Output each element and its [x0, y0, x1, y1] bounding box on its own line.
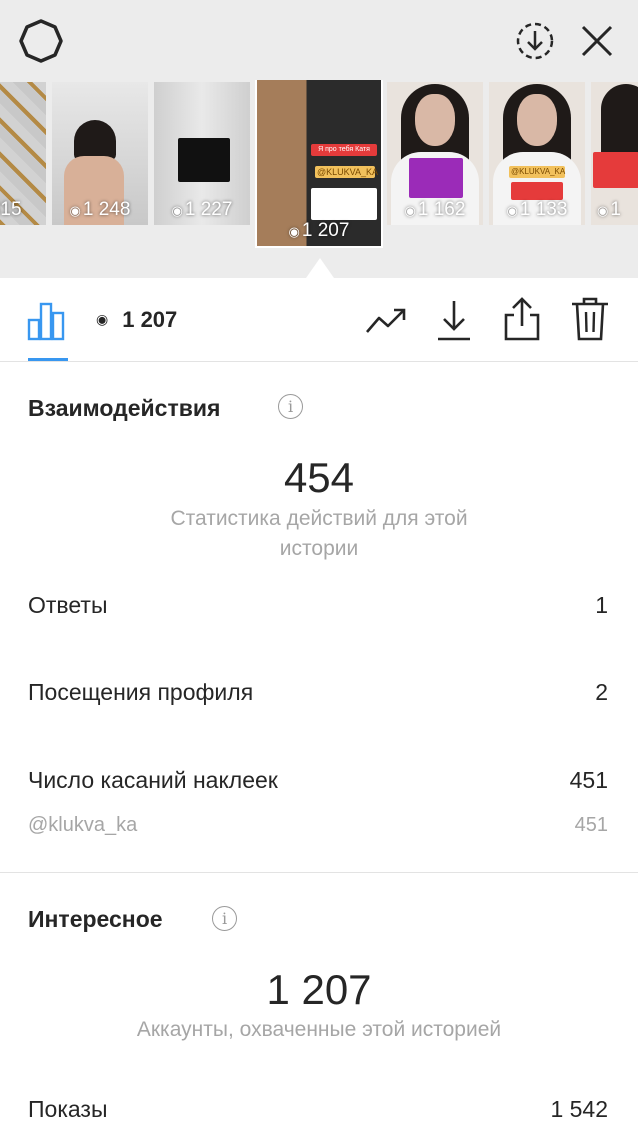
gear-icon[interactable] — [18, 18, 64, 64]
active-tab-indicator — [28, 358, 68, 361]
story-views: 1 227 — [184, 199, 233, 220]
story-thumbnail[interactable]: @KLUKVA_KA ◉ 1 133 — [489, 82, 585, 225]
selection-caret — [306, 258, 334, 278]
story-views: 315 — [0, 199, 22, 220]
story-thumbnail[interactable]: ◉ 1 227 — [154, 82, 250, 225]
discovery-title: Интересное — [28, 906, 163, 932]
share-icon[interactable] — [502, 296, 542, 342]
story-thumbnail[interactable]: ◉ 1 162 — [387, 82, 483, 225]
profile-visits-label: Посещения профиля — [28, 679, 254, 705]
interactions-total: 454 — [283, 454, 355, 501]
story-views: 1 133 — [519, 199, 568, 220]
sticker-handle: @klukva_ka — [28, 814, 138, 836]
story-views: 1 248 — [82, 199, 131, 220]
sticker-taps-label: Число касаний наклеек — [28, 767, 278, 793]
interactions-title: Взаимодействия — [28, 395, 221, 421]
story-sticker-mention: @KLUKVA_KA — [509, 166, 566, 178]
story-thumbnail[interactable]: ◉ 1 248 — [52, 82, 148, 225]
replies-value: 1 — [595, 592, 608, 618]
sticker-taps-value: 451 — [569, 767, 608, 793]
bar-chart-icon[interactable] — [26, 300, 68, 342]
impressions-label: Показы — [28, 1096, 108, 1122]
interactions-caption: Статистика действий для этой истории — [170, 507, 468, 560]
story-views: 1 207 — [301, 220, 350, 241]
trash-icon[interactable] — [570, 296, 610, 342]
sticker-handle-value: 451 — [574, 814, 608, 836]
story-strip-area: ◉315 ◉1 248 ◉1 227 Я про тебя Катя @KLUK… — [0, 0, 638, 278]
views-count-value: 1 207 — [122, 307, 178, 332]
info-icon[interactable]: i — [278, 394, 303, 419]
story-toolbar: ◉ 1 207 — [0, 278, 638, 362]
eye-icon: ◉ — [96, 311, 109, 327]
story-thumbnail-selected[interactable]: Я про тебя Катя @KLUKVA_KA ◉ 1 207 — [255, 80, 383, 248]
story-views: 1 162 — [417, 199, 466, 220]
info-icon[interactable]: i — [212, 906, 237, 931]
story-thumbnail[interactable]: ◉315 — [0, 82, 46, 225]
trending-up-icon[interactable] — [364, 302, 408, 338]
section-divider — [0, 872, 638, 873]
impressions-value: 1 542 — [550, 1096, 608, 1122]
close-icon[interactable] — [580, 24, 614, 58]
story-views: 1 — [610, 199, 621, 220]
download-circle-icon[interactable] — [514, 20, 556, 62]
story-thumbnails[interactable]: ◉315 ◉1 248 ◉1 227 Я про тебя Катя @KLUK… — [0, 80, 638, 250]
download-icon[interactable] — [436, 298, 472, 342]
profile-visits-value: 2 — [595, 679, 608, 705]
views-count: ◉ 1 207 — [96, 307, 177, 333]
replies-label: Ответы — [28, 592, 108, 618]
story-sticker-text: Я про тебя Катя — [311, 144, 377, 156]
discovery-caption: Аккаунты, охваченные этой историей — [136, 1018, 502, 1041]
story-sticker-mention: @KLUKVA_KA — [315, 166, 378, 178]
discovery-total: 1 207 — [266, 966, 372, 1013]
story-thumbnail[interactable]: ◉ 1 — [591, 82, 638, 225]
